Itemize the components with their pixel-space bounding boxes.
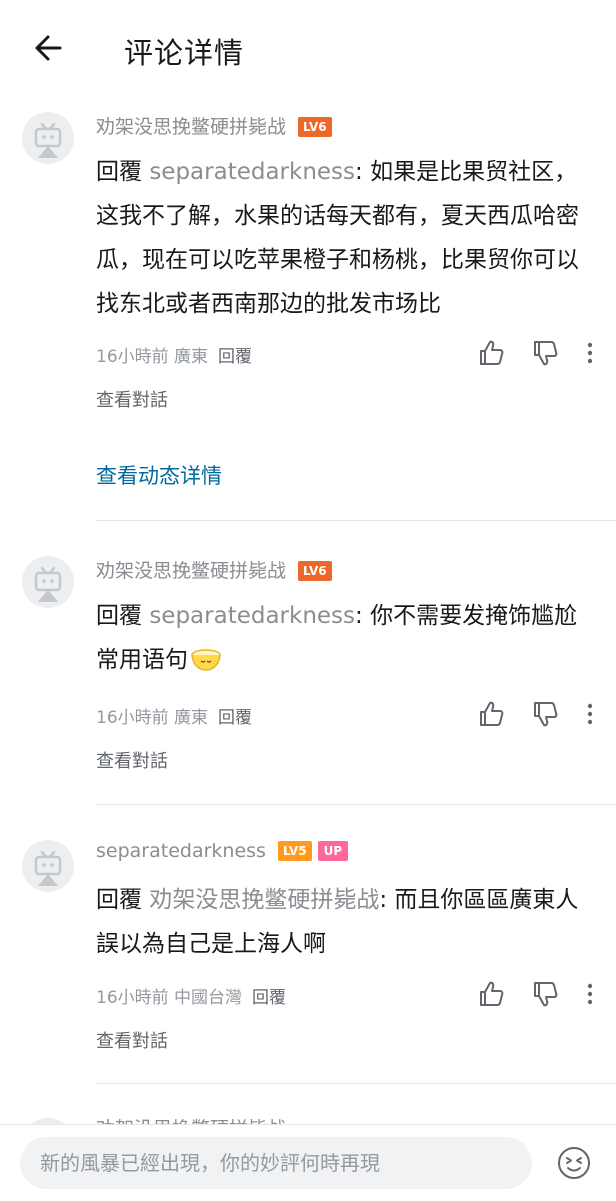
reply-prefix: 回覆: [96, 887, 150, 913]
mention-link[interactable]: 劝架没思挽鳖硬拼毙战: [149, 887, 379, 913]
comment-meta: 16小時前 廣東 回覆: [96, 342, 252, 367]
username-text[interactable]: 劝架没思挽鳖硬拼毙战: [96, 116, 286, 138]
divider: [96, 804, 616, 805]
level-badge: LV6: [298, 561, 332, 581]
header: 评论详情: [0, 0, 616, 100]
comment-actions: [474, 699, 604, 731]
thumbs-up-icon[interactable]: [476, 699, 506, 733]
comment-body: 回覆 separatedarkness: 你不需要发掩饰尴尬常用语句: [96, 594, 596, 682]
up-badge: UP: [317, 841, 349, 861]
reply-button[interactable]: 回覆: [218, 708, 252, 728]
thumbs-down-icon[interactable]: [530, 338, 560, 372]
timestamp: 16小時前: [96, 708, 169, 728]
avatar[interactable]: [22, 112, 74, 164]
divider: [96, 1083, 616, 1084]
username-text[interactable]: separatedarkness: [96, 840, 266, 862]
comment-body: 回覆 劝架没思挽鳖硬拼毙战: 而且你區區廣東人誤以為自己是上海人啊: [96, 878, 596, 966]
thumbs-down-icon[interactable]: [530, 979, 560, 1013]
back-arrow-icon[interactable]: [28, 28, 68, 68]
bowl-emoji-icon: [188, 643, 224, 673]
timestamp: 16小時前: [96, 988, 169, 1008]
thumbs-up-icon[interactable]: [476, 979, 506, 1013]
emoji-face-icon[interactable]: [556, 1145, 592, 1181]
avatar[interactable]: [22, 840, 74, 892]
username-text[interactable]: 劝架没思挽鳖硬拼毙战: [96, 560, 286, 582]
comment-meta: 16小時前 廣東 回覆: [96, 703, 252, 728]
reply-button[interactable]: 回覆: [218, 347, 252, 367]
thumbs-down-icon[interactable]: [530, 699, 560, 733]
view-dynamic-detail-link[interactable]: 查看动态详情: [96, 460, 222, 490]
comment-actions: [474, 338, 604, 370]
more-vertical-icon[interactable]: [580, 338, 600, 372]
comment-body: 回覆 separatedarkness: 如果是比果贸社区，这我不了解，水果的话…: [96, 150, 596, 326]
mention-link[interactable]: separatedarkness: [149, 603, 355, 629]
comment-input-bar: [0, 1124, 616, 1201]
view-conversation-link[interactable]: 查看對話: [96, 386, 168, 412]
reply-prefix: 回覆: [96, 159, 150, 185]
mention-link[interactable]: separatedarkness: [149, 159, 355, 185]
thumbs-up-icon[interactable]: [476, 338, 506, 372]
comment-meta: 16小時前 中國台灣 回覆: [96, 983, 286, 1008]
divider: [96, 520, 616, 521]
avatar[interactable]: [22, 556, 74, 608]
more-vertical-icon[interactable]: [580, 979, 600, 1013]
page-title: 评论详情: [124, 36, 245, 70]
location: 中國台灣: [174, 988, 243, 1008]
comment-actions: [474, 979, 604, 1011]
view-conversation-link[interactable]: 查看對話: [96, 747, 168, 773]
level-badge: LV6: [298, 117, 332, 137]
location: 廣東: [174, 347, 209, 367]
location: 廣東: [174, 708, 209, 728]
reply-prefix: 回覆: [96, 603, 150, 629]
reply-button[interactable]: 回覆: [252, 988, 286, 1008]
comment-input[interactable]: [20, 1137, 532, 1189]
username[interactable]: 劝架没思挽鳖硬拼毙战 LV6: [96, 112, 332, 139]
level-badge: LV5: [277, 841, 312, 861]
username[interactable]: 劝架没思挽鳖硬拼毙战 LV6: [96, 556, 332, 583]
username[interactable]: separatedarkness LV5 UP: [96, 840, 349, 862]
more-vertical-icon[interactable]: [580, 699, 600, 733]
view-conversation-link[interactable]: 查看對話: [96, 1027, 168, 1053]
timestamp: 16小時前: [96, 347, 169, 367]
